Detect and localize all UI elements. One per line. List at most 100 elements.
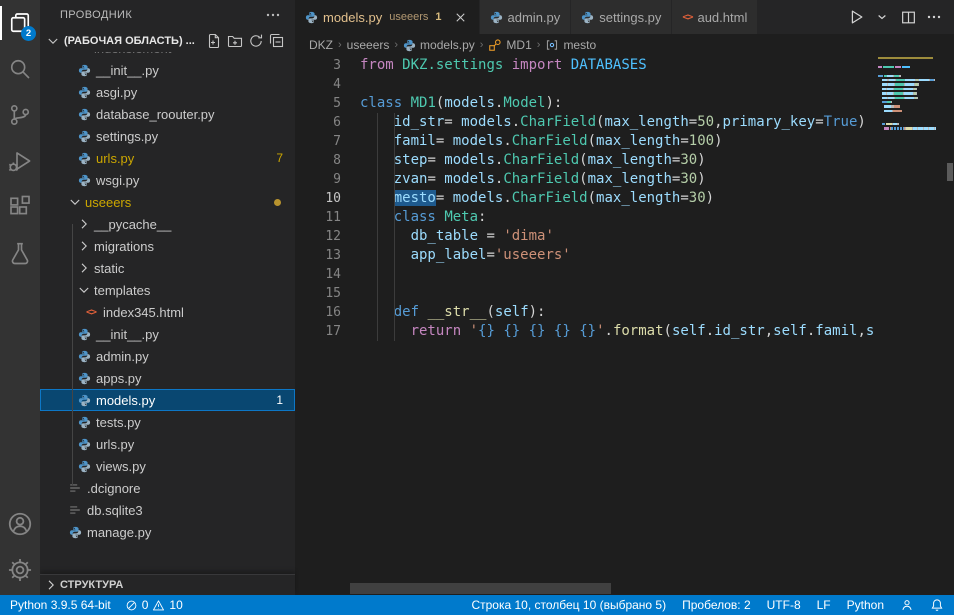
folder-chevron-icon <box>76 238 92 254</box>
code-token: max_length <box>588 171 672 187</box>
breadcrumb-item-MD1[interactable]: MD1 <box>488 38 531 52</box>
code-token: ( <box>588 133 596 149</box>
tree-item--pycache-[interactable]: __pycache__ <box>40 213 295 235</box>
new-folder-icon[interactable] <box>225 31 245 51</box>
activity-item-extensions[interactable] <box>0 184 40 230</box>
indent-guide <box>377 113 378 132</box>
minimap-bar <box>899 75 901 77</box>
minimap-bar <box>902 66 911 68</box>
tree-item-settings-py[interactable]: settings.py <box>40 125 295 147</box>
activity-item-search[interactable] <box>0 46 40 92</box>
code-line[interactable]: 8 step= models.CharField(max_length=30) <box>295 151 878 170</box>
tree-item-label: settings.py <box>96 129 158 144</box>
refresh-icon[interactable] <box>246 31 266 51</box>
status-encoding[interactable]: UTF-8 <box>767 598 801 612</box>
tree-item-models-py[interactable]: models.py1 <box>40 389 295 411</box>
horizontal-scrollbar-thumb[interactable] <box>350 583 611 594</box>
code-token: __str__ <box>427 304 486 320</box>
code-token: class <box>394 209 436 225</box>
tab-aud-html[interactable]: <>aud.html <box>672 0 758 34</box>
run-dropdown-icon[interactable] <box>872 7 892 27</box>
code-token: {} <box>579 323 596 339</box>
status-problems[interactable]: 010 <box>125 598 183 612</box>
status-notifications[interactable] <box>930 598 944 612</box>
minimap-bar <box>935 127 936 129</box>
tree-item--dcignore[interactable]: .dcignore <box>40 477 295 499</box>
code-line[interactable]: 12 db_table = 'dima' <box>295 227 878 246</box>
code-line[interactable]: 5class MD1(models.Model): <box>295 94 878 113</box>
code-token: . <box>512 114 520 130</box>
code-line[interactable]: 6 id_str= models.CharField(max_length=50… <box>295 113 878 132</box>
tree-item-asgi-py[interactable]: asgi.py <box>40 81 295 103</box>
tree-item-manage-py[interactable]: manage.py <box>40 521 295 543</box>
breadcrumb-separator: › <box>480 39 484 51</box>
tab-admin-py[interactable]: admin.py <box>480 0 572 34</box>
tree-item-admin-py[interactable]: admin.py <box>40 345 295 367</box>
code-token <box>360 247 411 263</box>
breadcrumb-item-DKZ[interactable]: DKZ <box>309 38 333 52</box>
activity-item-settings[interactable] <box>0 547 40 593</box>
status-eol[interactable]: LF <box>817 598 831 612</box>
tree-item--init-py[interactable]: __init__.py <box>40 59 295 81</box>
code-line[interactable]: 9 zvan= models.CharField(max_length=30) <box>295 170 878 189</box>
code-token: ) <box>706 190 714 206</box>
indent-guide <box>377 227 378 246</box>
code-line[interactable]: 3from DKZ.settings import DATABASES <box>295 56 878 75</box>
tree-item-apps-py[interactable]: apps.py <box>40 367 295 389</box>
tree-item-tests-py[interactable]: tests.py <box>40 411 295 433</box>
status-cursor-position[interactable]: Строка 10, столбец 10 (выбрано 5) <box>471 598 666 612</box>
overview-marker[interactable] <box>947 163 953 181</box>
activity-item-explorer[interactable]: 2 <box>0 0 40 46</box>
tree-item-migrations[interactable]: migrations <box>40 235 295 257</box>
tree-item-views-py[interactable]: views.py <box>40 455 295 477</box>
line-content: zvan= models.CharField(max_length=30) <box>360 170 706 189</box>
workspace-section-header[interactable]: (РАБОЧАЯ ОБЛАСТЬ) ... <box>40 30 295 52</box>
split-editor-icon[interactable] <box>898 7 918 27</box>
activity-item-source-control[interactable] <box>0 92 40 138</box>
code-line[interactable]: 14 <box>295 265 878 284</box>
tree-item-templates[interactable]: templates <box>40 279 295 301</box>
activity-item-testing[interactable] <box>0 230 40 276</box>
tab-models-py[interactable]: models.pyuseeers1 <box>295 0 480 34</box>
code-line[interactable]: 15 <box>295 284 878 303</box>
status-feedback[interactable] <box>900 598 914 612</box>
code-line[interactable]: 16 def __str__(self): <box>295 303 878 322</box>
tree-item-wsgi-py[interactable]: wsgi.py <box>40 169 295 191</box>
problems-badge: 7 <box>276 151 283 165</box>
code-line[interactable]: 7 famil= models.CharField(max_length=100… <box>295 132 878 151</box>
tree-item-db-sqlite3[interactable]: db.sqlite3 <box>40 499 295 521</box>
tree-item-urls-py[interactable]: urls.py <box>40 433 295 455</box>
views-more-actions-icon[interactable] <box>265 7 281 23</box>
close-icon[interactable] <box>453 9 469 25</box>
activity-item-run-and-debug[interactable] <box>0 138 40 184</box>
code-line[interactable]: 11 class Meta: <box>295 208 878 227</box>
tree-item-urls-py[interactable]: urls.py 7 <box>40 147 295 169</box>
tree-item--init-py[interactable]: __init__.py <box>40 323 295 345</box>
tree-item-database-roouter-py[interactable]: database_roouter.py <box>40 103 295 125</box>
status-language-mode[interactable]: Python <box>847 598 884 612</box>
tree-item-label: static <box>94 261 124 276</box>
collapse-all-icon[interactable] <box>267 31 287 51</box>
code-line[interactable]: 17 return '{} {} {} {} {}'.format(self.i… <box>295 322 878 341</box>
tab-settings-py[interactable]: settings.py <box>571 0 672 34</box>
minimap[interactable] <box>878 56 946 595</box>
status-indentation[interactable]: Пробелов: 2 <box>682 598 751 612</box>
activity-item-account[interactable] <box>0 501 40 547</box>
status-python-interpreter[interactable]: Python 3.9.5 64-bit <box>10 598 111 612</box>
code-line[interactable]: 4 <box>295 75 878 94</box>
tree-item-label: urls.py <box>96 151 134 166</box>
new-file-icon[interactable] <box>204 31 224 51</box>
breadcrumb-item-useeers[interactable]: useeers <box>347 38 390 52</box>
tree-item-index345-html[interactable]: <>index345.html <box>40 301 295 323</box>
more-actions-icon[interactable] <box>924 7 944 27</box>
run-icon[interactable] <box>846 7 866 27</box>
outline-section-header[interactable]: СТРУКТУРА <box>40 574 295 595</box>
code-editor[interactable]: 3from DKZ.settings import DATABASES45cla… <box>295 56 878 595</box>
breadcrumb-item-mesto[interactable]: mesto <box>545 38 596 52</box>
code-line[interactable]: 10 mesto= models.CharField(max_length=30… <box>295 189 878 208</box>
code-line[interactable]: 13 app_label='useeers' <box>295 246 878 265</box>
tree-item-static[interactable]: static <box>40 257 295 279</box>
breadcrumb-item-models-py[interactable]: models.py <box>403 38 475 52</box>
code-token: {} <box>478 323 495 339</box>
tree-item-useeers[interactable]: useeers <box>40 191 295 213</box>
